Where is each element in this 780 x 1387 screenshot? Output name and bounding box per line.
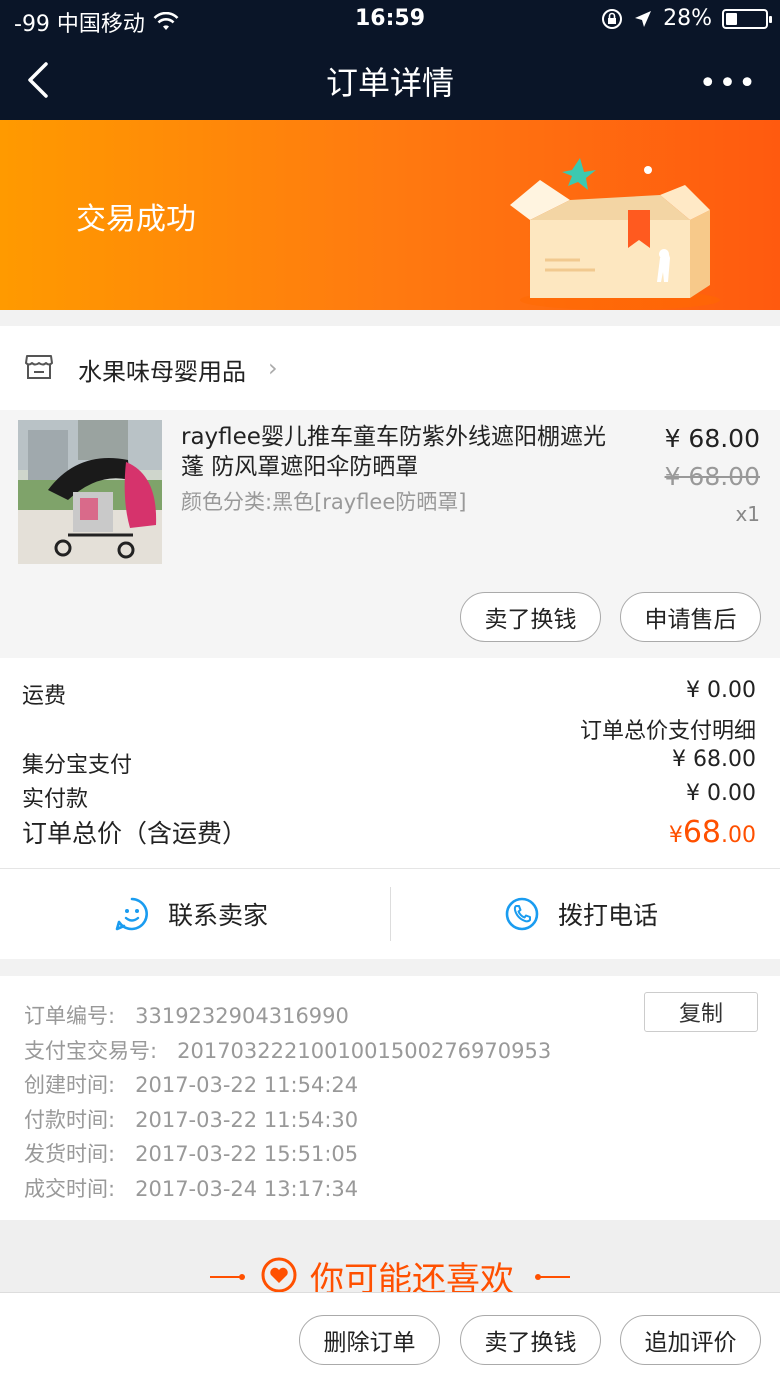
order-number-row: 订单编号: 3319232904316990 (24, 1000, 349, 1030)
order-total-label: 订单总价（含运费） (22, 819, 248, 848)
paid-time-row: 付款时间: 2017-03-22 11:54:30 (24, 1104, 358, 1134)
after-sales-button[interactable]: 申请售后 (620, 592, 761, 642)
completed-time-row: 成交时间: 2017-03-24 13:17:34 (24, 1173, 358, 1203)
order-total-currency: ¥ (668, 823, 683, 848)
order-total-integer: 68 (682, 815, 721, 850)
points-payment-label: 集分宝支付 (22, 753, 133, 778)
product-original-price: ¥ 68.00 (664, 462, 760, 491)
order-info-section: 复制 订单编号: 3319232904316990 支付宝交易号: 201703… (0, 976, 780, 1220)
shop-icon (25, 355, 53, 379)
top-bar: -99 中国移动 16:59 28% 订单详情 ••• (0, 0, 780, 120)
actual-paid-label: 实付款 (22, 787, 89, 812)
product-card[interactable]: rayflee婴儿推车童车防紫外线遮阳棚遮光蓬 防风罩遮阳伞防晒罩 颜色分类:黑… (0, 410, 780, 658)
sell-for-cash-button[interactable]: 卖了换钱 (460, 592, 601, 642)
recommend-section: 你可能还喜欢 (0, 1220, 780, 1300)
shipped-time-value: 2017-03-22 15:51:05 (135, 1142, 359, 1166)
bottom-action-bar: 删除订单 卖了换钱 追加评价 (0, 1292, 780, 1387)
product-price: ¥ 68.00 (664, 424, 760, 453)
heart-icon (261, 1257, 297, 1293)
alipay-trade-row: 支付宝交易号: 2017032221001001500276970953 (24, 1035, 551, 1065)
product-variant: 颜色分类:黑色[rayflee防晒罩] (181, 490, 467, 514)
copy-button[interactable]: 复制 (644, 992, 758, 1032)
more-options-icon[interactable]: ••• (699, 66, 758, 101)
paid-time-value: 2017-03-22 11:54:30 (135, 1108, 359, 1132)
order-total-decimal: .00 (721, 823, 756, 848)
product-title[interactable]: rayflee婴儿推车童车防紫外线遮阳棚遮光蓬 防风罩遮阳伞防晒罩 (181, 422, 621, 482)
status-bar: -99 中国移动 16:59 28% (0, 0, 780, 40)
info-label: 成交时间: (24, 1177, 116, 1201)
info-label: 创建时间: (24, 1073, 116, 1097)
chevron-right-icon: › (268, 354, 278, 382)
shipping-value: ¥ 0.00 (686, 678, 756, 703)
sell-for-cash-bottom-button[interactable]: 卖了换钱 (460, 1315, 601, 1365)
shipped-time-row: 发货时间: 2017-03-22 15:51:05 (24, 1138, 358, 1168)
info-label: 支付宝交易号: (24, 1039, 158, 1063)
payment-detail-link[interactable]: 订单总价支付明细 (580, 713, 756, 745)
decor-line-left (210, 1274, 245, 1280)
created-time-value: 2017-03-22 11:54:24 (135, 1073, 359, 1097)
alipay-trade-value: 2017032221001001500276970953 (177, 1039, 552, 1063)
product-quantity: x1 (735, 502, 760, 526)
battery-percent: 28% (663, 6, 712, 31)
actual-paid-value: ¥ 0.00 (686, 781, 756, 806)
delete-order-button[interactable]: 删除订单 (299, 1315, 440, 1365)
contact-bar: 联系卖家 拨打电话 (0, 869, 780, 959)
info-label: 发货时间: (24, 1142, 116, 1166)
location-arrow-icon (635, 10, 652, 27)
contact-divider (390, 887, 391, 941)
contact-seller-label: 联系卖家 (168, 901, 269, 930)
completed-time-value: 2017-03-24 13:17:34 (135, 1177, 359, 1201)
order-total-value: ¥68.00 (669, 815, 756, 850)
call-phone-label: 拨打电话 (558, 901, 659, 930)
call-phone-button[interactable]: 拨打电话 (504, 869, 658, 959)
product-thumbnail[interactable] (18, 420, 162, 564)
navigation-bar: 订单详情 ••• (0, 48, 780, 112)
shipping-label: 运费 (22, 684, 67, 709)
rotation-lock-icon (602, 8, 623, 29)
order-number-value: 3319232904316990 (135, 1004, 349, 1028)
package-box-illustration (510, 158, 720, 310)
decor-line-right (535, 1274, 570, 1280)
points-payment-value: ¥ 68.00 (672, 747, 756, 772)
order-status-banner: 交易成功 (0, 120, 780, 310)
payment-summary: 运费 ¥ 0.00 订单总价支付明细 集分宝支付 ¥ 68.00 实付款 ¥ 0… (0, 658, 780, 868)
shop-name[interactable]: 水果味母婴用品 (78, 352, 246, 387)
info-label: 订单编号: (24, 1004, 116, 1028)
phone-icon (505, 897, 539, 931)
info-label: 付款时间: (24, 1108, 116, 1132)
chat-face-icon (115, 897, 148, 931)
shop-row[interactable]: 水果味母婴用品 › (0, 326, 780, 410)
created-time-row: 创建时间: 2017-03-22 11:54:24 (24, 1069, 358, 1099)
page-title: 订单详情 (325, 64, 454, 102)
battery-icon (722, 8, 772, 29)
contact-seller-button[interactable]: 联系卖家 (114, 869, 268, 959)
add-review-button[interactable]: 追加评价 (620, 1315, 761, 1365)
order-status-text: 交易成功 (76, 202, 196, 237)
